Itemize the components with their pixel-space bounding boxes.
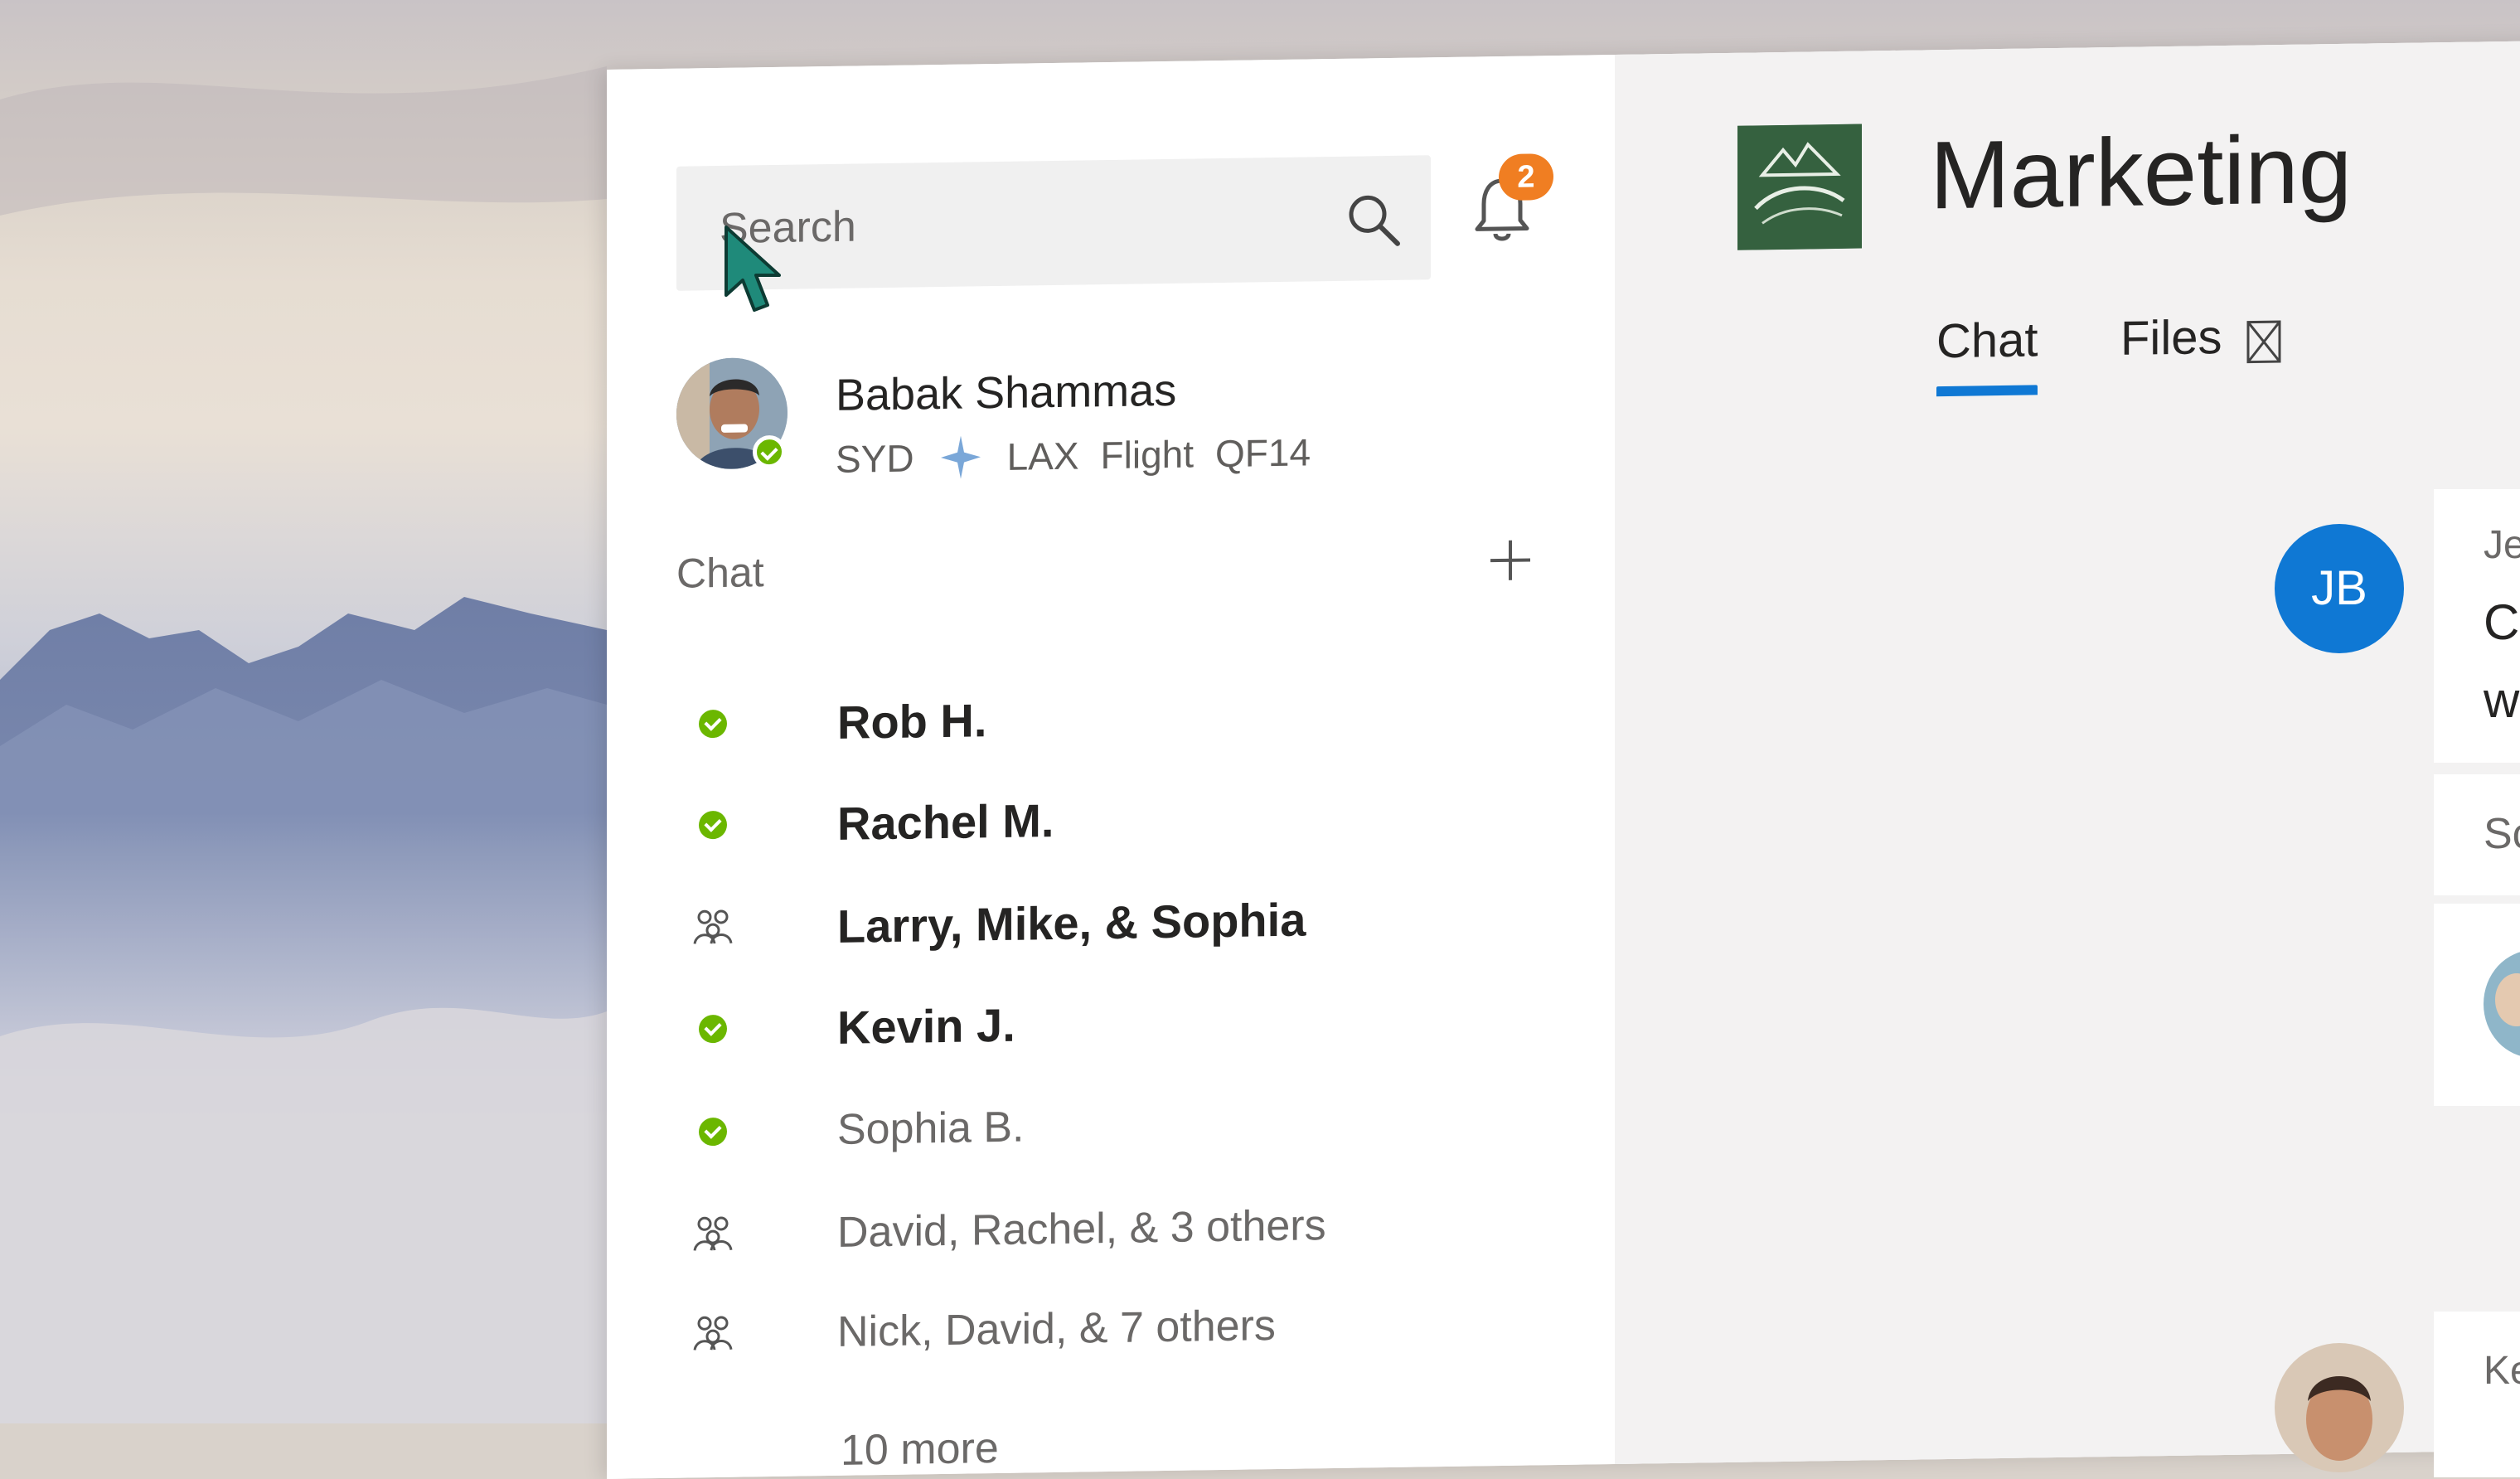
chat-item-larry-mike-sophia[interactable]: Larry, Mike, & Sophia (676, 870, 1547, 974)
search-input[interactable] (718, 157, 1318, 293)
flight-number: QF14 (1215, 430, 1311, 476)
notification-badge: 2 (1499, 153, 1553, 201)
flight-origin: SYD (836, 436, 914, 481)
chat-item-label: Kevin J. (837, 998, 1015, 1054)
group-icon (693, 1316, 733, 1350)
online-icon (699, 1014, 727, 1044)
channel-header: Marketing Chat Files (1615, 40, 2520, 401)
message-text: w (2484, 672, 2520, 728)
online-icon (699, 709, 727, 739)
presence-available-icon (753, 434, 786, 469)
message-sender: Je (2484, 523, 2520, 567)
chat-item-label: Rachel M. (837, 793, 1054, 850)
chat-item-label: Nick, David, & 7 others (837, 1302, 1276, 1356)
flight-label: Flight (1100, 432, 1195, 478)
chat-item-label: Rob H. (837, 693, 987, 749)
chat-item-rachel[interactable]: Rachel M. (676, 767, 1547, 871)
airplane-icon (940, 435, 981, 479)
chat-item-david-rachel-others[interactable]: David, Rachel, & 3 others (676, 1176, 1547, 1281)
tab-options-icon[interactable] (2145, 318, 2283, 366)
search-box[interactable] (676, 155, 1431, 293)
chat-item-label: Sophia B. (837, 1103, 1025, 1154)
show-more-link[interactable]: 10 more (841, 1423, 999, 1476)
avatar[interactable]: JB (2275, 524, 2404, 653)
chat-item-kevin[interactable]: Kevin J. (676, 971, 1547, 1075)
chat-section-heading: Chat (676, 549, 764, 597)
chat-item-nick-david-others[interactable]: Nick, David, & 7 others (676, 1276, 1547, 1380)
chat-item-sophia[interactable]: Sophia B. (676, 1074, 1547, 1178)
chat-item-label: David, Rachel, & 3 others (837, 1201, 1326, 1257)
group-icon (693, 1216, 733, 1251)
message-text: Ca (2484, 594, 2520, 650)
tab-chat[interactable]: Chat (1936, 312, 2038, 369)
chat-item-label: Larry, Mike, & Sophia (837, 892, 1306, 953)
message-card[interactable] (2434, 1312, 2520, 1477)
app-window: 2 Babak Shammas SYD LAX Flight QF14 Chat (607, 40, 2520, 1479)
online-icon (699, 810, 727, 840)
add-chat-icon[interactable] (1485, 535, 1535, 585)
search-icon[interactable] (1343, 189, 1404, 251)
group-icon (693, 909, 733, 944)
avatar[interactable] (2275, 1343, 2404, 1472)
right-pane: Marketing Chat Files (1615, 40, 2520, 1464)
message-sender: Ke (2484, 1349, 2520, 1393)
profile-name: Babak Shammas (836, 365, 1177, 420)
channel-title: Marketing (1930, 114, 2353, 230)
mouse-cursor-icon (724, 225, 781, 312)
chat-item-rob[interactable]: Rob H. (676, 666, 1547, 770)
flight-destination: LAX (1006, 434, 1079, 478)
online-icon (699, 1117, 727, 1147)
profile-status: SYD LAX Flight QF14 (836, 427, 1311, 484)
message-text: Sc (2484, 810, 2520, 858)
contact-photo (2275, 1343, 2404, 1472)
